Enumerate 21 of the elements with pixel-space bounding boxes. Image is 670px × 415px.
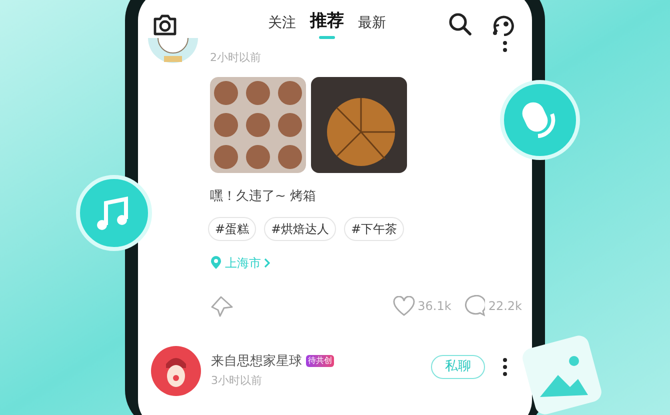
cake-photo[interactable] [311,77,407,173]
camera-icon[interactable] [152,13,178,37]
post-time: 2小时以前 [210,50,261,66]
avatar-icon[interactable] [151,346,201,396]
creator-badge: 待共创 [306,355,334,368]
feed-tab[interactable]: 关注 [268,13,296,34]
like-count: 36.1k [418,298,452,314]
feed-tab[interactable]: 推荐 [310,8,344,34]
feed-tab[interactable]: 最新 [358,13,386,34]
location-pin-icon [210,256,222,269]
author-name[interactable]: 来自思想家星球 [211,352,302,371]
search-icon[interactable] [448,12,472,36]
post-time: 3小时以前 [211,373,263,389]
hashtag-chip[interactable]: #烘焙达人 [264,216,336,240]
hashtag-chip[interactable]: #蛋糕 [208,216,256,240]
comment-count: 22.2k [488,298,522,314]
hashtag-chip[interactable]: #下午茶 [344,216,404,240]
chevron-icon [264,258,270,268]
donuts-photo[interactable] [210,77,306,173]
more-icon[interactable] [503,356,507,376]
post-caption: 嘿！久违了~ 烤箱 [210,188,318,206]
